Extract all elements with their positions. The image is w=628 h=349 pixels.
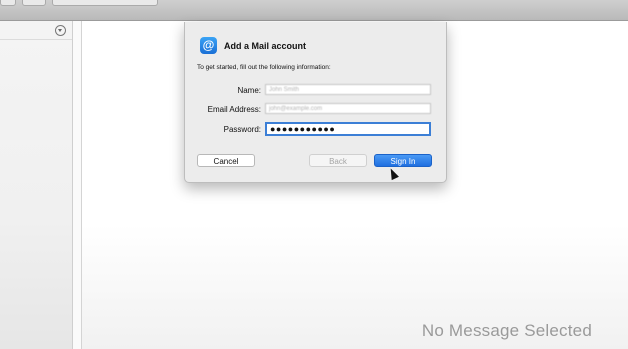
message-list — [73, 21, 82, 349]
password-field[interactable]: ●●●●●●●●●●● — [265, 122, 431, 136]
back-button[interactable]: Back — [309, 154, 367, 167]
dialog-intro: To get started, fill out the following i… — [197, 64, 331, 71]
toolbar-button[interactable] — [0, 0, 16, 6]
sign-in-button[interactable]: Sign In — [374, 154, 432, 167]
toolbar-button[interactable] — [22, 0, 46, 6]
name-label: Name: — [237, 86, 261, 95]
dialog-title: Add a Mail account — [224, 41, 307, 51]
filter-icon[interactable] — [55, 25, 66, 36]
cancel-button[interactable]: Cancel — [197, 154, 255, 167]
add-mail-account-dialog: @ Add a Mail account To get started, fil… — [184, 22, 447, 183]
window-toolbar — [0, 0, 628, 21]
name-field[interactable]: John Smith — [265, 84, 431, 95]
sidebar-header — [0, 21, 72, 40]
toolbar-search-field[interactable] — [52, 0, 158, 6]
email-field[interactable]: john@example.com — [265, 103, 431, 114]
mailbox-sidebar — [0, 21, 73, 349]
empty-state-label: No Message Selected — [421, 321, 592, 340]
at-sign-icon: @ — [200, 37, 217, 54]
email-label: Email Address: — [207, 105, 261, 114]
password-label: Password: — [223, 125, 261, 134]
